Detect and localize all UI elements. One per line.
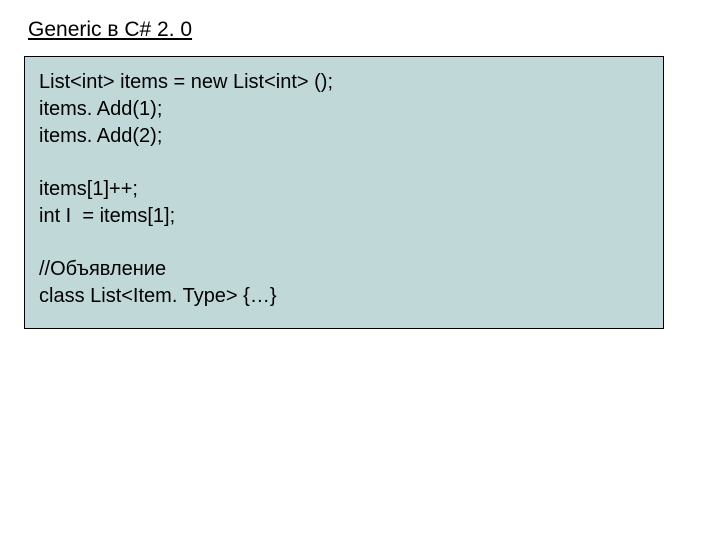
spacer — [39, 150, 649, 176]
code-line: //Объявление — [39, 256, 649, 283]
code-block: List<int> items = new List<int> (); item… — [24, 56, 664, 329]
code-line: class List<Item. Type> {…} — [39, 283, 649, 310]
code-line: int I = items[1]; — [39, 203, 649, 230]
code-line: List<int> items = new List<int> (); — [39, 69, 649, 96]
code-line: items. Add(1); — [39, 96, 649, 123]
spacer — [39, 230, 649, 256]
code-line: items. Add(2); — [39, 123, 649, 150]
slide: Generic в C# 2. 0 List<int> items = new … — [0, 0, 720, 347]
slide-title: Generic в C# 2. 0 — [24, 18, 696, 42]
code-line: items[1]++; — [39, 176, 649, 203]
